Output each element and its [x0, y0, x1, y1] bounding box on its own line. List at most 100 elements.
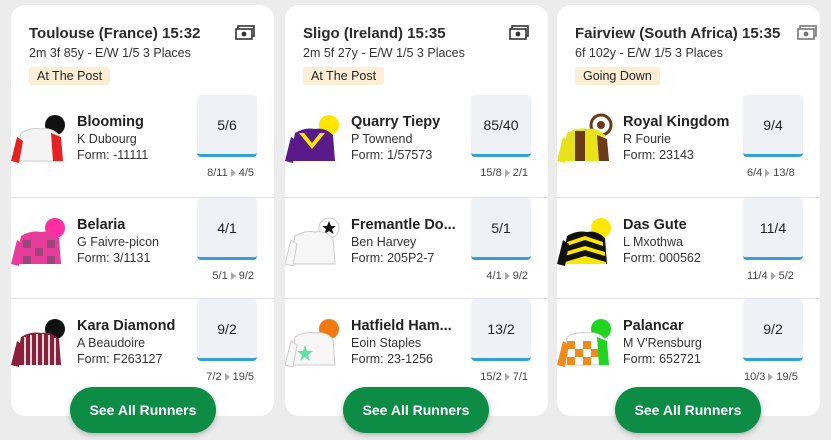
arrow-right-icon: [765, 169, 771, 177]
jockey-silk-icon: [557, 218, 611, 266]
see-all-runners-button[interactable]: See All Runners: [615, 387, 761, 433]
jockey-name: R Fourie: [623, 132, 671, 146]
arrow-right-icon: [504, 169, 510, 177]
price-history: 7/2 19/5: [206, 371, 254, 383]
race-meta: 2m 5f 27y - E/W 1/5 3 Places: [303, 46, 465, 60]
arrow-right-icon: [224, 373, 230, 381]
jockey-silk-icon: [11, 319, 65, 367]
odds-button[interactable]: 9/2: [197, 299, 257, 361]
status-badge: At The Post: [29, 67, 111, 85]
race-title[interactable]: Toulouse (France) 15:32: [29, 25, 200, 42]
runner-name[interactable]: Hatfield Ham...: [351, 318, 452, 334]
race-title[interactable]: Sligo (Ireland) 15:35: [303, 25, 446, 42]
status-badge: At The Post: [303, 67, 385, 85]
cash-icon: [235, 25, 255, 40]
cash-icon: [509, 25, 529, 40]
cash-icon: [797, 25, 817, 40]
previous-price: 10/3: [744, 371, 766, 383]
odds-button[interactable]: 9/2: [743, 299, 803, 361]
current-price: 13/8: [773, 167, 795, 179]
jockey-name: Eoin Staples: [351, 336, 422, 350]
runner-row: Belaria G Faivre-picon Form: 3/1131 4/1 …: [11, 197, 274, 293]
previous-price: 7/2: [206, 371, 222, 383]
runner-name[interactable]: Fremantle Do...: [351, 217, 456, 233]
current-price: 19/5: [232, 371, 254, 383]
jockey-silk-icon: [557, 113, 613, 163]
runner-form: Form: 23143: [623, 148, 694, 162]
jockey-silk-icon: [285, 319, 339, 368]
jockey-silk-icon: [285, 115, 339, 163]
current-price: 9/2: [238, 270, 254, 282]
arrow-right-icon: [504, 373, 510, 381]
odds-button[interactable]: 4/1: [197, 198, 257, 260]
previous-price: 15/8: [480, 167, 502, 179]
race-card-sligo: Sligo (Ireland) 15:35 2m 5f 27y - E/W 1/…: [285, 5, 548, 416]
jockey-name: L Mxothwa: [623, 235, 683, 249]
jockey-name: G Faivre-picon: [77, 235, 159, 249]
previous-price: 4/1: [486, 270, 502, 282]
race-title[interactable]: Fairview (South Africa) 15:35: [575, 25, 780, 42]
see-all-runners-button[interactable]: See All Runners: [70, 387, 216, 433]
current-price: 9/2: [512, 270, 528, 282]
arrow-right-icon: [230, 272, 236, 280]
status-badge: Going Down: [575, 67, 660, 85]
runner-form: Form: 205P2-7: [351, 251, 435, 265]
jockey-name: P Townend: [351, 132, 413, 146]
runner-row: Das Gute L Mxothwa Form: 000562 11/4 11/…: [557, 197, 820, 293]
runner-name[interactable]: Kara Diamond: [77, 318, 175, 334]
runner-name[interactable]: Royal Kingdom: [623, 114, 729, 130]
arrow-right-icon: [230, 169, 236, 177]
race-card-toulouse: Toulouse (France) 15:32 2m 3f 85y - E/W …: [11, 5, 274, 416]
runner-name[interactable]: Das Gute: [623, 217, 687, 233]
arrow-right-icon: [768, 373, 774, 381]
price-history: 11/4 5/2: [747, 270, 794, 282]
jockey-silk-icon: [11, 218, 65, 266]
previous-price: 6/4: [747, 167, 763, 179]
see-all-runners-button[interactable]: See All Runners: [343, 387, 489, 433]
jockey-silk-icon: [557, 319, 611, 367]
current-price: 7/1: [512, 371, 528, 383]
runner-form: Form: 23-1256: [351, 352, 433, 366]
runner-form: Form: -11111: [77, 148, 149, 162]
previous-price: 8/11: [207, 167, 228, 179]
jockey-silk-icon: [285, 217, 340, 267]
runner-row: Royal Kingdom R Fourie Form: 23143 9/4 6…: [557, 95, 820, 191]
price-history: 15/2 7/1: [480, 371, 528, 383]
jockey-silk-icon: [11, 115, 65, 163]
runner-name[interactable]: Palancar: [623, 318, 683, 334]
odds-button[interactable]: 13/2: [471, 299, 531, 361]
price-history: 15/8 2/1: [480, 167, 528, 179]
previous-price: 5/1: [212, 270, 228, 282]
odds-button[interactable]: 9/4: [743, 95, 803, 157]
runner-row: Kara Diamond A Beaudoire Form: F263127 9…: [11, 298, 274, 394]
arrow-right-icon: [504, 272, 510, 280]
odds-button[interactable]: 85/40: [471, 95, 531, 157]
current-price: 2/1: [512, 167, 528, 179]
runner-row: Hatfield Ham... Eoin Staples Form: 23-12…: [285, 298, 548, 394]
runner-name[interactable]: Quarry Tiepy: [351, 114, 440, 130]
race-meta: 6f 102y - E/W 1/5 3 Places: [575, 46, 723, 60]
runner-form: Form: 000562: [623, 251, 701, 265]
odds-button[interactable]: 11/4: [743, 198, 803, 260]
arrow-right-icon: [770, 272, 776, 280]
runner-row: Quarry Tiepy P Townend Form: 1/57573 85/…: [285, 95, 548, 191]
price-history: 4/1 9/2: [486, 270, 528, 282]
odds-button[interactable]: 5/1: [471, 198, 531, 260]
runner-form: Form: 3/1131: [77, 251, 151, 265]
current-price: 5/2: [778, 270, 794, 282]
odds-button[interactable]: 5/6: [197, 95, 257, 157]
runner-row: Fremantle Do... Ben Harvey Form: 205P2-7…: [285, 197, 548, 293]
current-price: 4/5: [238, 167, 254, 179]
race-card-fairview: Fairview (South Africa) 15:35 6f 102y - …: [557, 5, 820, 416]
previous-price: 11/4: [747, 270, 768, 282]
race-meta: 2m 3f 85y - E/W 1/5 3 Places: [29, 46, 191, 60]
price-history: 6/4 13/8: [747, 167, 795, 179]
runner-name[interactable]: Blooming: [77, 114, 144, 130]
previous-price: 15/2: [480, 371, 502, 383]
runner-name[interactable]: Belaria: [77, 217, 125, 233]
current-price: 19/5: [776, 371, 798, 383]
runner-form: Form: 1/57573: [351, 148, 433, 162]
runner-form: Form: 652721: [623, 352, 701, 366]
runner-row: Blooming K Dubourg Form: -11111 5/6 8/11…: [11, 95, 274, 191]
runner-row: Palancar M V'Rensburg Form: 652721 9/2 1…: [557, 298, 820, 394]
